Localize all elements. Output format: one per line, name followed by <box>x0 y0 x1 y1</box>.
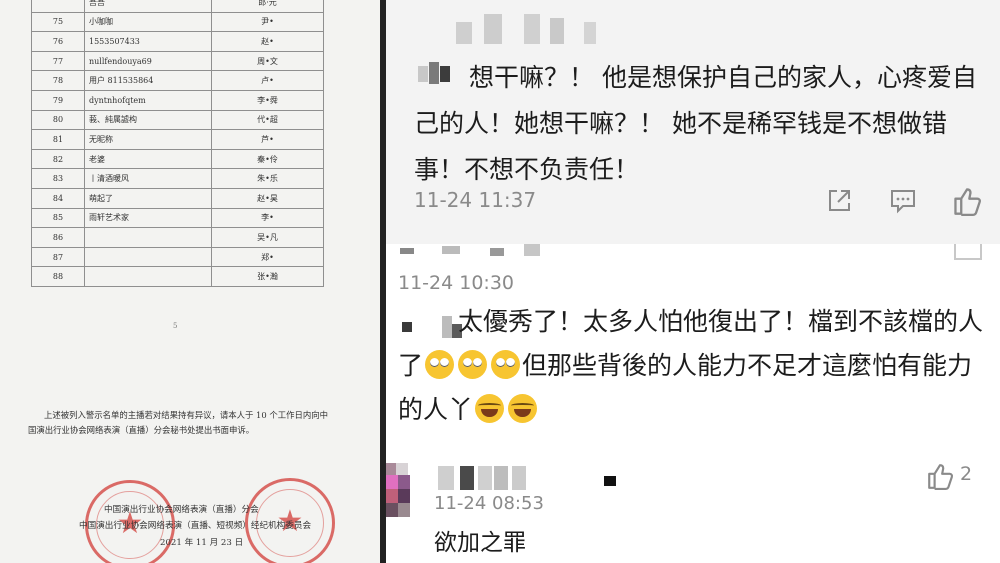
comment-1-timestamp: 11-24 11:37 <box>414 188 537 212</box>
comments-collage: 想干嘛？！ 他是想保护自己的家人，心疼爱自己的人！她想干嘛？！ 她不是稀罕钱是不… <box>386 0 1000 563</box>
comment-3-text: 欲加之罪 <box>434 530 526 556</box>
streamer-name: 赵•昊 <box>211 187 324 209</box>
share-icon[interactable] <box>826 188 852 214</box>
comment-2-text: 太優秀了！太多人怕他復出了！檔到不該檔的人了 但那些背後的人能力不足才這麼怕有能力… <box>398 307 984 424</box>
username-censored <box>400 244 550 258</box>
streamer-nickname: 莪、純属譃构 <box>84 109 212 131</box>
table-row: 83 丨清酒暖风 朱•乐 <box>31 168 324 189</box>
table-row: 吾吾 郎·元 <box>31 0 324 13</box>
username-censored <box>438 466 623 490</box>
row-number: 82 <box>31 148 85 170</box>
streamer-name: 芦• <box>211 129 324 150</box>
streamer-nickname: 老婆 <box>84 148 212 170</box>
streamer-nickname: 雨轩艺术家 <box>84 207 212 229</box>
like-icon[interactable] <box>926 462 954 490</box>
streamer-name: 尹• <box>211 11 324 33</box>
like-count: 2 <box>960 463 973 485</box>
table-row: 88 张•瀚 <box>31 266 324 287</box>
comment-3-timestamp: 11-24 08:53 <box>434 493 544 514</box>
streamer-nickname <box>84 227 212 248</box>
streamer-name: 李•舜 <box>211 89 324 111</box>
streamer-nickname: 小咖咖 <box>84 11 212 33</box>
streamer-name: 张•瀚 <box>211 266 324 287</box>
table-row: 75 小咖咖 尹• <box>31 11 324 33</box>
table-row: 86 吴•凡 <box>31 227 324 248</box>
table-row: 77 nullfendouya69 周•文 <box>31 50 324 72</box>
streamer-name: 李• <box>211 207 324 229</box>
streamer-name: 郎·元 <box>211 0 324 13</box>
streamer-name: 吴•凡 <box>211 227 324 248</box>
streamer-name: 秦•伶 <box>211 148 324 170</box>
table-row: 87 郑• <box>31 246 324 268</box>
table-row: 85 雨轩艺术家 李• <box>31 207 324 229</box>
scanned-document: 吾吾 郎·元 75 小咖咖 尹• 76 1553507433 赵• 77 nullfendouya… <box>0 0 380 563</box>
row-number: 77 <box>31 50 85 72</box>
table-row: 78 用户 811535864 卢• <box>31 70 324 91</box>
row-number: 79 <box>31 89 85 111</box>
issuer-signature-1: 中国演出行业协会网络表演（直播）分会 <box>104 505 259 515</box>
eye-roll-emoji <box>458 350 488 379</box>
streamer-nickname: dyntnhofqtem <box>84 89 212 111</box>
table-row: 81 无昵称 芦• <box>31 129 324 150</box>
streamer-name: 周•文 <box>211 50 324 72</box>
streamer-nickname: 无昵称 <box>84 129 212 150</box>
streamer-nickname <box>84 266 212 287</box>
laugh-cry-emoji <box>508 394 538 423</box>
streamer-name: 代•超 <box>211 109 324 131</box>
streamer-name: 朱•乐 <box>211 168 324 189</box>
streamer-nickname: 吾吾 <box>84 0 212 13</box>
streamer-name: 郑• <box>211 246 324 268</box>
comment-2-timestamp: 11-24 10:30 <box>398 272 515 294</box>
row-number: 75 <box>31 11 85 33</box>
eye-roll-emoji <box>491 350 521 379</box>
laugh-cry-emoji <box>475 394 505 423</box>
comment-1-text: 想干嘛？！ 他是想保护自己的家人，心疼爱自己的人！她想干嘛？！ 她不是稀罕钱是不… <box>414 63 977 184</box>
streamer-name: 赵• <box>211 31 324 52</box>
username-censored <box>456 14 606 44</box>
icon-censored <box>954 244 982 260</box>
like-icon[interactable] <box>952 186 982 216</box>
panel-gap <box>386 235 1000 244</box>
streamer-nickname: nullfendouya69 <box>84 50 212 72</box>
reply-icon[interactable] <box>890 188 916 214</box>
page-number: 5 <box>173 322 178 330</box>
row-number: 88 <box>31 266 85 287</box>
issuer-signature-2: 中国演出行业协会网络表演（直播、短视频）经纪机构委员会 <box>79 521 312 531</box>
table-row: 76 1553507433 赵• <box>31 31 324 52</box>
eye-roll-emoji <box>425 350 455 379</box>
streamer-nickname: 用户 811535864 <box>84 70 212 91</box>
streamer-nickname: 丨清酒暖风 <box>84 168 212 189</box>
streamer-name: 卢• <box>211 70 324 91</box>
table-row: 84 萌起了 赵•昊 <box>31 187 324 209</box>
streamer-nickname <box>84 246 212 268</box>
table-row: 79 dyntnhofqtem 李•舜 <box>31 89 324 111</box>
streamer-nickname: 萌起了 <box>84 187 212 209</box>
warning-list-table: 吾吾 郎·元 75 小咖咖 尹• 76 1553507433 赵• 77 nullfendouya… <box>31 0 324 287</box>
row-number: 81 <box>31 129 85 150</box>
table-row: 82 老婆 秦•伶 <box>31 148 324 170</box>
row-number: 83 <box>31 168 85 189</box>
row-number: 76 <box>31 31 85 52</box>
row-number: 87 <box>31 246 85 268</box>
row-number <box>31 0 85 13</box>
row-number: 84 <box>31 187 85 209</box>
row-number: 85 <box>31 207 85 229</box>
streamer-nickname: 1553507433 <box>84 31 212 52</box>
row-number: 80 <box>31 109 85 131</box>
row-number: 78 <box>31 70 85 91</box>
avatar-censored <box>386 463 418 525</box>
appeal-notice: 上述被列入警示名单的主播若对结果持有异议，请本人于 10 个工作日内向中国演出行… <box>28 410 328 435</box>
table-row: 80 莪、純属譃构 代•超 <box>31 109 324 131</box>
row-number: 86 <box>31 227 85 248</box>
issue-date: 2021 年 11 月 23 日 <box>160 538 244 548</box>
